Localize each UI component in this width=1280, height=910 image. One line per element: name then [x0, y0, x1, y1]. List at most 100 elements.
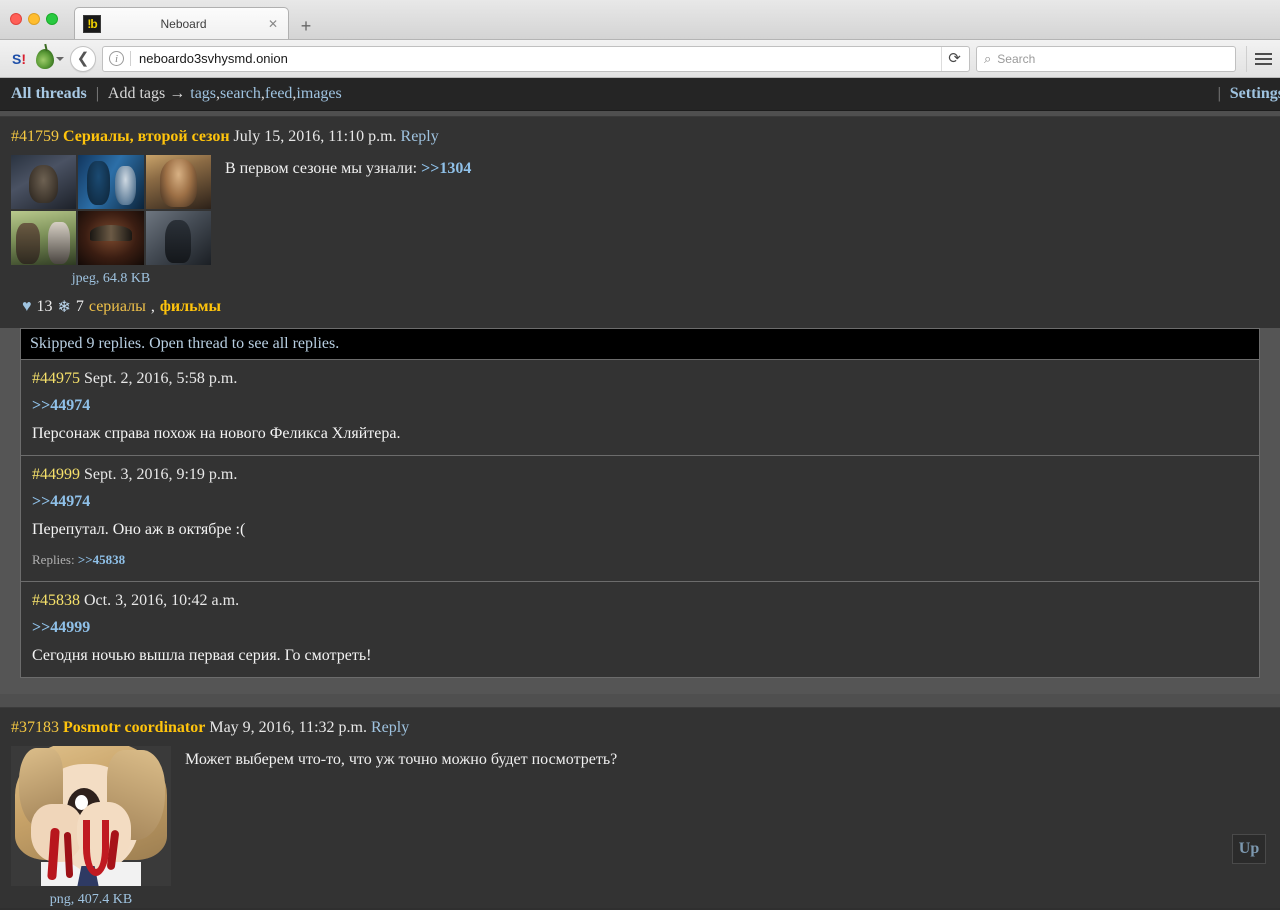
skipped-replies-bar[interactable]: Skipped 9 replies. Open thread to see al… — [20, 328, 1260, 360]
favorite-count: 13 — [37, 298, 53, 316]
post-text-2: Может выберем что-то, что уж точно можно… — [171, 746, 1269, 771]
replies-container: Skipped 9 replies. Open thread to see al… — [0, 328, 1280, 678]
snowflake-icon[interactable]: ❄ — [58, 297, 71, 317]
thread-title: Сериалы, второй сезон — [63, 128, 230, 145]
attachment-block: jpeg, 64.8 KB — [11, 155, 211, 287]
post-id-link[interactable]: #41759 — [11, 128, 59, 145]
url-text[interactable]: neboardo3svhysmd.onion — [130, 51, 941, 66]
site-info-icon[interactable]: i — [109, 51, 124, 66]
post-date: May 9, 2016, 11:32 p.m. — [209, 719, 367, 736]
reply-text: Перепутал. Оно аж в октябре :( — [32, 519, 1248, 541]
thread-separator — [0, 694, 1280, 708]
reply-date: Oct. 3, 2016, 10:42 a.m. — [84, 592, 239, 609]
tab-strip: !b Neboard ✕ + — [74, 0, 321, 39]
op-body: jpeg, 64.8 KB В первом сезоне мы узнали:… — [11, 155, 1269, 287]
reply-text: Сегодня ночью вышла первая серия. Го смо… — [32, 645, 1248, 667]
nav-tags[interactable]: tags — [190, 85, 216, 103]
post-date: July 15, 2016, 11:10 p.m. — [234, 128, 397, 145]
thumb-cell — [11, 211, 76, 265]
nav-divider: | — [96, 85, 99, 103]
reply-backlinks: Replies: >>45838 — [32, 549, 1248, 571]
stumbleupon-extension-icon[interactable]: S! — [8, 48, 30, 70]
post-id-link[interactable]: #37183 — [11, 719, 59, 736]
reply-reflink[interactable]: >>44999 — [32, 617, 1248, 639]
attachment-block-2: png, 407.4 KB — [11, 746, 171, 908]
post-text-body: В первом сезоне мы узнали: — [225, 160, 421, 177]
reply-header: #45838 Oct. 3, 2016, 10:42 a.m. — [32, 590, 1248, 612]
onion-icon — [36, 49, 54, 69]
browser-chrome: !b Neboard ✕ + S! ❮ i neboardo3svhysmd.o… — [0, 0, 1280, 78]
post-header: #41759 Сериалы, второй сезон July 15, 20… — [11, 126, 1269, 148]
menu-line — [1255, 53, 1272, 55]
menu-line — [1255, 58, 1272, 60]
post-image-thumbnail[interactable] — [11, 155, 211, 265]
backlink[interactable]: >>45838 — [78, 552, 125, 567]
reply-id-link[interactable]: #44975 — [32, 370, 80, 387]
thumb-cell — [146, 155, 211, 209]
op-post-2: #37183 Posmotr coordinator May 9, 2016, … — [0, 717, 1280, 908]
thumb-cell — [11, 155, 76, 209]
post-header-2: #37183 Posmotr coordinator May 9, 2016, … — [11, 717, 1269, 739]
reply-reflink[interactable]: >>44974 — [32, 491, 1248, 513]
nav-feed[interactable]: feed — [265, 85, 293, 103]
replies-label: Replies: — [32, 552, 78, 567]
tag-filmy[interactable]: фильмы — [160, 298, 221, 316]
post-image-thumbnail[interactable] — [11, 746, 171, 886]
nav-images[interactable]: images — [296, 85, 341, 103]
reply-id-link[interactable]: #44999 — [32, 466, 80, 483]
snowflake-count: 7 — [76, 298, 84, 316]
file-meta-link[interactable]: jpeg, 64.8 KB — [72, 271, 151, 287]
post-reflink[interactable]: >>1304 — [421, 160, 471, 177]
browser-search-field[interactable]: ⌕ Search — [976, 46, 1236, 72]
page-content: All threads | Add tags → tags, search, f… — [0, 78, 1280, 872]
window-controls — [10, 13, 58, 25]
ext-s-bang: ! — [21, 51, 26, 67]
reply-id-link[interactable]: #45838 — [32, 592, 80, 609]
reload-icon[interactable]: ⟳ — [941, 47, 967, 71]
nav-all-threads[interactable]: All threads — [11, 85, 87, 103]
reply-header: #44999 Sept. 3, 2016, 9:19 p.m. — [32, 464, 1248, 486]
tag-comma: , — [151, 298, 155, 316]
chevron-down-icon — [56, 57, 64, 61]
back-button[interactable]: ❮ — [70, 46, 96, 72]
file-meta-link[interactable]: png, 407.4 KB — [50, 892, 132, 908]
neboard-favicon: !b — [83, 15, 101, 33]
hamburger-menu-icon[interactable] — [1246, 46, 1272, 72]
nav-search[interactable]: search — [220, 85, 261, 103]
thread-title: Posmotr coordinator — [63, 719, 205, 736]
reply-header: #44975 Sept. 2, 2016, 5:58 p.m. — [32, 368, 1248, 390]
close-window-button[interactable] — [10, 13, 22, 25]
scroll-to-top-button[interactable]: Up — [1232, 834, 1266, 864]
reply-text: Персонаж справа похож на нового Феликса … — [32, 423, 1248, 445]
close-icon[interactable]: ✕ — [266, 17, 280, 31]
thread-spacer — [0, 678, 1280, 694]
url-bar[interactable]: i neboardo3svhysmd.onion ⟳ — [102, 46, 970, 72]
onion-extension-button[interactable] — [36, 49, 64, 69]
search-placeholder: Search — [997, 52, 1035, 66]
new-tab-button[interactable]: + — [291, 13, 321, 39]
ext-s-letter: S — [12, 51, 21, 67]
reply-45838: #45838 Oct. 3, 2016, 10:42 a.m. >>44999 … — [20, 582, 1260, 678]
thumb-cell — [78, 211, 143, 265]
reply-link[interactable]: Reply — [371, 719, 409, 736]
thumb-cell — [146, 211, 211, 265]
site-navbar: All threads | Add tags → tags, search, f… — [0, 78, 1280, 111]
minimize-window-button[interactable] — [28, 13, 40, 25]
search-icon: ⌕ — [984, 51, 991, 67]
reply-44975: #44975 Sept. 2, 2016, 5:58 p.m. >>44974 … — [20, 360, 1260, 456]
menu-line — [1255, 63, 1272, 65]
add-tags-label: Add tags → — [108, 85, 185, 103]
nav-settings[interactable]: Settings — [1230, 85, 1280, 103]
reply-44999: #44999 Sept. 3, 2016, 9:19 p.m. >>44974 … — [20, 456, 1260, 582]
reply-link[interactable]: Reply — [401, 128, 439, 145]
tab-neboard[interactable]: !b Neboard ✕ — [74, 7, 289, 39]
reply-reflink[interactable]: >>44974 — [32, 395, 1248, 417]
tag-seriali[interactable]: сериалы — [89, 298, 146, 316]
thread-41759: #41759 Сериалы, второй сезон July 15, 20… — [0, 117, 1280, 694]
thread-meta: ♥ 13 ❄ 7 сериалы, фильмы — [11, 287, 1269, 328]
tab-title: Neboard — [101, 17, 266, 31]
maximize-window-button[interactable] — [46, 13, 58, 25]
nav-right-group: | Settings — [1218, 85, 1280, 103]
browser-navbar: S! ❮ i neboardo3svhysmd.onion ⟳ ⌕ Search — [0, 40, 1280, 78]
favorite-heart-icon[interactable]: ♥ — [22, 298, 32, 316]
